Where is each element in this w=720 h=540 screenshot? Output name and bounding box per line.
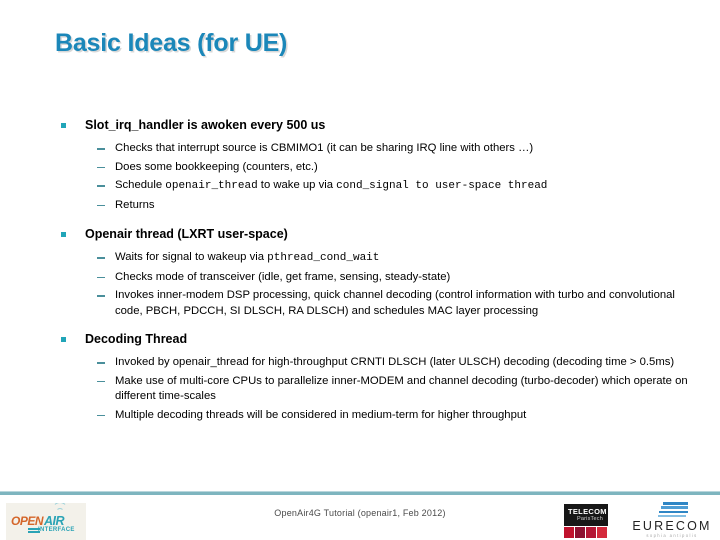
bullet-heading-2: Openair thread (LXRT user-space) (55, 227, 695, 242)
sub-bullet-2-3: Invokes inner-modem DSP processing, quic… (55, 288, 695, 319)
sub-bullet-2-2-label: Checks mode of transceiver (idle, get fr… (115, 270, 451, 283)
square-bullet-icon (61, 337, 66, 342)
dash-bullet-icon (97, 166, 105, 168)
sub-bullet-2-1-prefix: Waits for signal to wakeup via (115, 251, 268, 263)
sub-bullet-3-2-label: Make use of multi-core CPUs to paralleli… (115, 374, 688, 403)
sub-bullet-3-1-label: Invoked by openair_thread for high-throu… (115, 356, 675, 368)
telecom-logo-line2: ParisTech (577, 516, 603, 522)
telecom-logo-square (575, 527, 585, 538)
telecom-logo-square (564, 527, 574, 538)
sub-bullet-1-3-mid: to wake up via (257, 179, 337, 191)
sub-bullet-1-1-label: Checks that interrupt source is CBMIMO1 … (115, 142, 534, 154)
sub-bullet-3-3-label: Multiple decoding threads will be consid… (115, 408, 527, 421)
sub-bullet-1-3: Schedule openair_thread to wake up via c… (55, 178, 695, 195)
sub-bullet-1-4-label: Returns (115, 198, 155, 211)
content-section-3: Decoding Thread Invoked by openair_threa… (55, 332, 695, 423)
bullet-heading-2-label: Openair thread (LXRT user-space) (85, 227, 288, 241)
sub-bullet-3-1: Invoked by openair_thread for high-throu… (55, 355, 695, 371)
slide: Basic Ideas (for UE) Slot_irq_handler is… (0, 0, 720, 540)
bullet-heading-1-label: Slot_irq_handler is awoken every 500 us (85, 118, 326, 132)
eurecom-bars-icon (658, 502, 688, 518)
bullet-heading-3-label: Decoding Thread (85, 332, 188, 346)
sub-bullet-1-1: Checks that interrupt source is CBMIMO1 … (55, 141, 695, 157)
bullet-heading-3: Decoding Thread (55, 332, 695, 347)
dash-bullet-icon (97, 257, 105, 259)
telecom-paristech-logo: TELECOM ParisTech (564, 504, 608, 539)
slide-body: Slot_irq_handler is awoken every 500 us … (55, 118, 695, 437)
bullet-heading-1: Slot_irq_handler is awoken every 500 us (55, 118, 695, 133)
telecom-logo-square (586, 527, 596, 538)
openair-logo-air: AIR (44, 514, 65, 528)
sub-bullet-1-2: Does some bookkeeping (counters, etc.) (55, 160, 695, 176)
sub-bullet-1-2-label: Does some bookkeeping (counters, etc.) (115, 160, 318, 173)
openair-logo-interface: INTERFACE (38, 527, 75, 533)
sub-bullet-2-2: Checks mode of transceiver (idle, get fr… (55, 270, 695, 286)
sub-bullet-2-1: Waits for signal to wakeup via pthread_c… (55, 250, 695, 267)
sub-bullet-1-3-prefix: Schedule (115, 179, 166, 191)
dash-bullet-icon (97, 362, 105, 364)
eurecom-logo-subtitle: sophia antipolis (646, 533, 698, 538)
dash-bullet-icon (97, 276, 105, 278)
sub-bullet-3-2: Make use of multi-core CPUs to paralleli… (55, 374, 695, 405)
sub-bullet-3-3: Multiple decoding threads will be consid… (55, 408, 695, 424)
code-pthread-cond-wait: pthread_cond_wait (267, 252, 380, 264)
code-openair-thread: openair_thread (165, 180, 258, 192)
page-title: Basic Ideas (for UE) (55, 29, 288, 57)
content-section-1: Slot_irq_handler is awoken every 500 us … (55, 118, 695, 213)
content-section-2: Openair thread (LXRT user-space) Waits f… (55, 227, 695, 319)
eurecom-logo: EURECOM sophia antipolis (628, 502, 716, 540)
openair-logo-open: OPEN (11, 514, 44, 528)
sub-bullet-1-4: Returns (55, 198, 695, 214)
openairinterface-logo: OPEN AIR INTERFACE (6, 503, 86, 540)
sub-bullet-2-3-label: Invokes inner-modem DSP processing, quic… (115, 289, 675, 317)
dash-bullet-icon (97, 380, 105, 382)
dash-bullet-icon (97, 295, 105, 297)
dash-bullet-icon (97, 185, 105, 187)
telecom-logo-line1: TELECOM (568, 507, 607, 516)
footer-caption: OpenAir4G Tutorial (openair1, Feb 2012) (274, 508, 446, 518)
dash-bullet-icon (97, 414, 105, 416)
code-cond-signal: cond_signal to user-space thread (336, 180, 548, 192)
telecom-logo-square (597, 527, 607, 538)
square-bullet-icon (61, 123, 66, 128)
dash-bullet-icon (97, 204, 105, 206)
eurecom-logo-name: EURECOM (632, 519, 712, 533)
dash-bullet-icon (97, 148, 105, 150)
footer-divider (0, 491, 720, 495)
square-bullet-icon (61, 232, 66, 237)
